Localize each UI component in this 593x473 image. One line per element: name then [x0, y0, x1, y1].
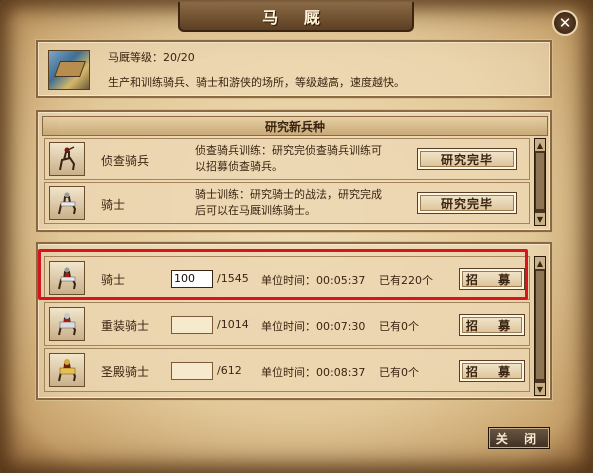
knight-icon — [49, 186, 85, 220]
recruit-owned-count: 已有220个 — [379, 274, 433, 287]
building-info-panel: 马厩等级：20/20 生产和训练骑兵、骑士和游侠的场所，等级越高，速度越快。 — [36, 40, 552, 98]
recruit-quantity-input[interactable] — [171, 362, 213, 380]
templar-knight-icon — [49, 353, 85, 387]
recruit-row: 骑士 100 /1545 单位时间：00:05:37 已有220个 招 募 — [44, 256, 530, 300]
research-unit-name: 侦查骑兵 — [101, 154, 150, 168]
research-header: 研究新兵种 — [42, 116, 548, 136]
scroll-down-icon[interactable]: ▼ — [535, 213, 545, 225]
scroll-thumb[interactable] — [536, 153, 544, 209]
recruit-unit-time: 单位时间：00:08:37 — [261, 366, 366, 379]
recruit-quantity-input[interactable]: 100 — [171, 270, 213, 288]
research-unit-description: 侦查骑兵训练：研究完侦查骑兵训练可 以招募侦查骑兵。 — [195, 144, 382, 173]
close-button[interactable]: 关 闭 — [488, 427, 550, 449]
scroll-down-icon[interactable]: ▼ — [535, 383, 545, 395]
stable-building-icon — [48, 50, 90, 90]
scroll-up-icon[interactable]: ▲ — [535, 139, 545, 151]
building-description: 生产和训练骑兵、骑士和游侠的场所，等级越高，速度越快。 — [108, 76, 405, 89]
recruit-unit-time: 单位时间：00:05:37 — [261, 274, 366, 287]
stable-window: 马 厩 ✕ 马厩等级：20/20 生产和训练骑兵、骑士和游侠的场所，等级越高，速… — [0, 0, 593, 473]
recruit-max-count: /1014 — [217, 318, 249, 331]
research-unit-name: 骑士 — [101, 198, 126, 212]
knight-icon — [49, 261, 85, 295]
research-done-button[interactable]: 研究完毕 — [417, 148, 517, 170]
research-scrollbar[interactable]: ▲ ▼ — [534, 138, 546, 226]
recruit-owned-count: 已有0个 — [379, 366, 419, 379]
research-panel: 研究新兵种 侦查骑兵 侦查骑兵训练：研究完侦查骑兵训练可 以招募侦查骑兵。 研究… — [36, 110, 552, 232]
recruit-button[interactable]: 招 募 — [459, 360, 525, 382]
scout-cavalry-icon — [49, 142, 85, 176]
recruit-max-count: /612 — [217, 364, 242, 377]
heavy-knight-icon — [49, 307, 85, 341]
recruit-owned-count: 已有0个 — [379, 320, 419, 333]
recruit-unit-name: 圣殿骑士 — [101, 365, 150, 379]
window-title-bar: 马 厩 — [178, 2, 414, 32]
recruit-panel: 骑士 100 /1545 单位时间：00:05:37 已有220个 招 募 重装… — [36, 242, 552, 400]
recruit-row: 圣殿骑士 /612 单位时间：00:08:37 已有0个 招 募 — [44, 348, 530, 392]
recruit-unit-time: 单位时间：00:07:30 — [261, 320, 366, 333]
recruit-row: 重装骑士 /1014 单位时间：00:07:30 已有0个 招 募 — [44, 302, 530, 346]
close-icon[interactable]: ✕ — [552, 10, 578, 36]
research-row: 侦查骑兵 侦查骑兵训练：研究完侦查骑兵训练可 以招募侦查骑兵。 研究完毕 — [44, 138, 530, 180]
research-done-button[interactable]: 研究完毕 — [417, 192, 517, 214]
recruit-quantity-input[interactable] — [171, 316, 213, 334]
recruit-button[interactable]: 招 募 — [459, 268, 525, 290]
recruit-unit-name: 骑士 — [101, 273, 126, 287]
recruit-max-count: /1545 — [217, 272, 249, 285]
building-level: 马厩等级：20/20 — [108, 51, 195, 64]
recruit-button[interactable]: 招 募 — [459, 314, 525, 336]
recruit-scrollbar[interactable]: ▲ ▼ — [534, 256, 546, 396]
scroll-up-icon[interactable]: ▲ — [535, 257, 545, 269]
research-unit-description: 骑士训练：研究骑士的战法，研究完成 后可以在马厩训练骑士。 — [195, 188, 382, 217]
research-row: 骑士 骑士训练：研究骑士的战法，研究完成 后可以在马厩训练骑士。 研究完毕 — [44, 182, 530, 224]
window-title: 马 厩 — [262, 8, 330, 27]
scroll-thumb[interactable] — [536, 271, 544, 379]
recruit-unit-name: 重装骑士 — [101, 319, 150, 333]
